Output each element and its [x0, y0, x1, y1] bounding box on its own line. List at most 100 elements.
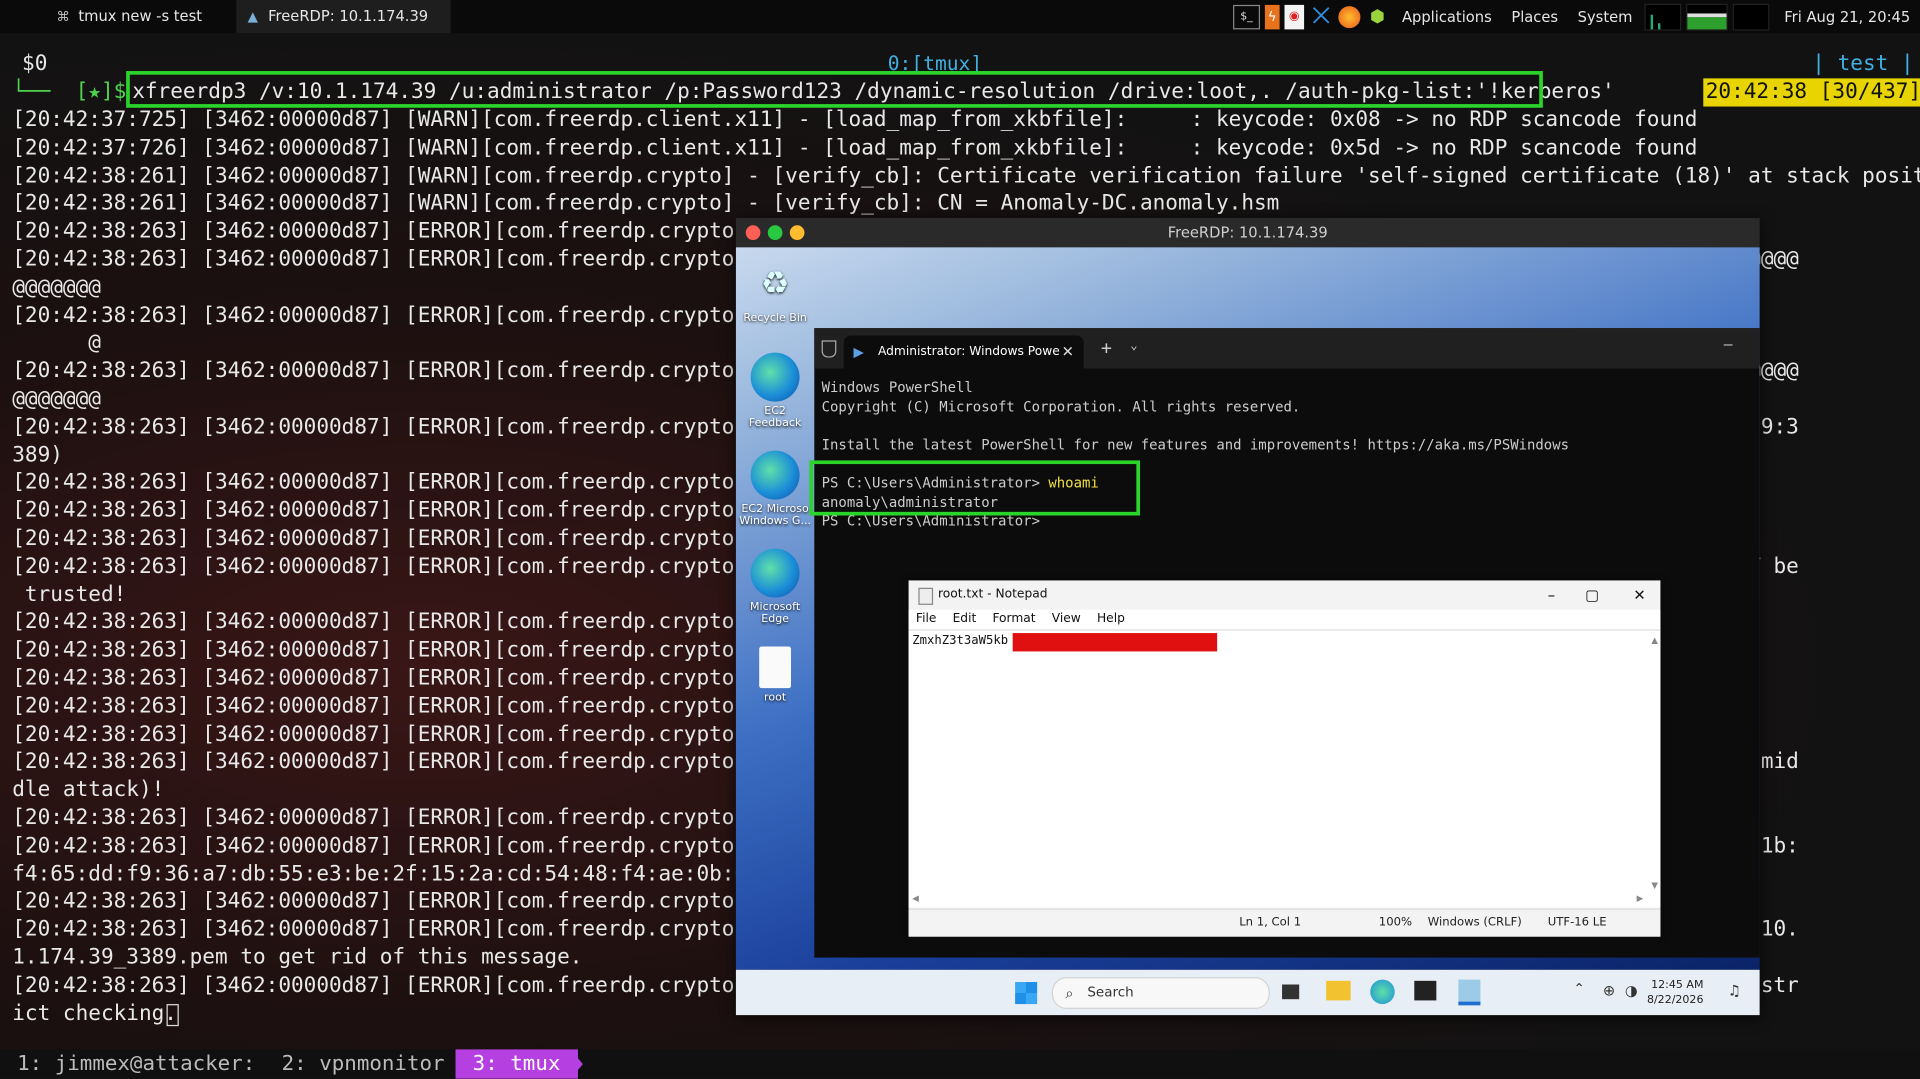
tab-powershell[interactable]: ▶ Administrator: Windows Powe ✕	[843, 335, 1084, 369]
shell-var: $0	[22, 51, 48, 76]
time-badge: 20:42:38 [30/437]	[1703, 78, 1920, 107]
applications-icon[interactable]: ⬢	[1365, 4, 1389, 28]
close-dot-icon[interactable]	[745, 225, 761, 241]
scroll-left-icon[interactable]: ◀	[912, 894, 919, 904]
maximize-icon[interactable]: ▢	[1585, 580, 1599, 609]
powershell-icon: ▶	[853, 344, 864, 361]
terminal-tab-strip: ▶ Administrator: Windows Powe ✕ + ⌄ —	[814, 328, 1760, 369]
shell-prompt: └── [★]$	[12, 79, 127, 105]
notepad-text-area[interactable]: ZmxhZ3t3aW5kb ▲ ▼ ◀ ▶	[908, 629, 1661, 908]
freerdp-icon: ▲	[247, 8, 259, 25]
minimize-dot-icon[interactable]	[789, 225, 805, 241]
menu-edit[interactable]: Edit	[953, 612, 977, 625]
chevron-up-icon[interactable]: ⌃	[1573, 981, 1584, 997]
desktop-icon-root[interactable]: root	[737, 646, 813, 704]
notepad-icon	[918, 587, 934, 605]
tmux-status-bar: 1: jimmex@attacker: 2: vpnmonitor 3: tmu…	[0, 1049, 1920, 1079]
taskbar-clock[interactable]: 12:45 AM 8/22/2026	[1647, 978, 1704, 1007]
document-viewer-icon[interactable]: ◉	[1284, 4, 1305, 29]
new-tab-icon[interactable]: +	[1101, 337, 1112, 359]
terminal-line: @	[12, 331, 101, 356]
terminal-line: dle attack)!	[12, 777, 165, 803]
scroll-up-icon[interactable]: ▲	[1651, 636, 1658, 646]
notepad-window[interactable]: root.txt - Notepad – ▢ ✕ File Edit Forma…	[908, 580, 1661, 937]
firefox-icon[interactable]	[1338, 5, 1361, 28]
tmux-window-1[interactable]: 1: jimmex@attacker:	[0, 1049, 272, 1078]
terminal-line: @@@@@@@	[12, 275, 101, 300]
taskbar-item-tmux[interactable]: ⌘ tmux new -s test	[47, 0, 237, 33]
edge-icon	[750, 352, 800, 402]
notepad-taskbar-icon[interactable]	[1458, 979, 1481, 1006]
terminal-launcher-icon[interactable]: $_	[1232, 4, 1260, 29]
terminal-line: [20:42:38:261] [3462:00000d87] [WARN][co…	[12, 163, 1920, 189]
terminal-line: [20:42:38:263] [3462:00000d87] [ERROR][c…	[12, 498, 773, 524]
desktop-icon-recycle-bin[interactable]: ♻ Recycle Bin	[737, 260, 813, 325]
task-view-icon[interactable]	[1282, 984, 1300, 1000]
terminal-taskbar-icon[interactable]	[1414, 980, 1437, 1001]
taskbar-time: 12:45 AM	[1651, 979, 1704, 992]
menu-help[interactable]: Help	[1097, 612, 1125, 625]
network-icon[interactable]: ⊕	[1603, 982, 1615, 999]
shield-icon	[821, 340, 837, 358]
memory-monitor-graph	[1686, 3, 1728, 31]
status-encoding: UTF-16 LE	[1547, 915, 1607, 930]
tmux-window-2[interactable]: 2: vpnmonitor	[264, 1049, 461, 1078]
minimize-icon[interactable]: –	[1548, 580, 1555, 609]
scroll-down-icon[interactable]: ▼	[1651, 880, 1658, 890]
panel-right: $_ ϟ ◉ ⨉ ⬢ Applications Places System Fr…	[1232, 0, 1920, 33]
speaker-icon[interactable]: ◑	[1625, 982, 1638, 999]
tmux-window-3[interactable]: 3: tmux	[455, 1049, 578, 1079]
edge-icon	[750, 450, 800, 500]
menu-file[interactable]: File	[916, 612, 936, 625]
freerdp-titlebar[interactable]: FreeRDP: 10.1.174.39	[735, 217, 1760, 248]
terminal-line: [20:42:38:263] [3462:00000d87] [ERROR][c…	[12, 526, 773, 552]
close-tab-icon[interactable]: ✕	[1062, 336, 1074, 369]
terminal-line: [20:42:38:263] [3462:00000d87] [ERROR][c…	[12, 219, 773, 244]
status-eol: Windows (CRLF)	[1427, 915, 1522, 930]
menu-format[interactable]: Format	[992, 612, 1035, 625]
windows-desktop: ♻ Recycle Bin EC2 Feedback EC2 Microso W…	[735, 247, 1760, 970]
notepad-statusbar: Ln 1, Col 1 100% Windows (CRLF) UTF-16 L…	[908, 908, 1661, 937]
terminal-line: 1.174.39_3389.pem to get rid of this mes…	[12, 945, 583, 970]
desktop-icon-ec2-feedback[interactable]: EC2 Feedback	[737, 352, 813, 430]
start-icon[interactable]	[1015, 982, 1038, 1005]
minimize-icon[interactable]: —	[1724, 336, 1733, 353]
notepad-titlebar[interactable]: root.txt - Notepad – ▢ ✕	[909, 580, 1661, 609]
terminal-line: @@@@@@@	[12, 386, 101, 412]
menu-system[interactable]: System	[1570, 8, 1639, 25]
network-monitor-graph	[1732, 3, 1770, 31]
status-zoom: 100%	[1378, 915, 1413, 930]
terminal-line: f4:65:dd:f9:36:a7:db:55:e3:be:2f:15:2a:c…	[12, 861, 786, 887]
taskbar-search[interactable]: ⌕ Search	[1051, 977, 1270, 1009]
ps-banner-line-1: Windows PowerShell	[821, 378, 973, 396]
file-explorer-icon[interactable]	[1326, 980, 1351, 1001]
close-icon[interactable]: ✕	[1633, 580, 1645, 609]
terminal-line: trusted!	[12, 582, 127, 607]
notepad-menubar: File Edit Format View Help	[908, 609, 1661, 630]
menu-view[interactable]: View	[1052, 612, 1081, 625]
redaction-bar	[1012, 633, 1218, 652]
edge-taskbar-icon[interactable]	[1370, 979, 1395, 1005]
freerdp-window[interactable]: FreeRDP: 10.1.174.39 ♻ Recycle Bin EC2 F…	[735, 217, 1760, 1016]
maximize-dot-icon[interactable]	[767, 225, 783, 241]
desktop-icon-microsoft-edge[interactable]: Microsoft Edge	[737, 548, 813, 626]
terminal-cursor	[166, 1003, 179, 1026]
taskbar-item-freerdp[interactable]: ▲ FreeRDP: 10.1.174.39	[236, 0, 451, 34]
chevron-down-icon[interactable]: ⌄	[1130, 339, 1137, 352]
notepad-content: ZmxhZ3t3aW5kb	[912, 634, 1009, 648]
menu-applications[interactable]: Applications	[1395, 8, 1499, 25]
vscode-icon[interactable]: ⨉	[1309, 4, 1333, 30]
scroll-right-icon[interactable]: ▶	[1637, 894, 1644, 904]
terminal-line: [20:42:37:725] [3462:00000d87] [WARN][co…	[12, 107, 1698, 133]
freerdp-title: FreeRDP: 10.1.174.39	[1167, 224, 1328, 242]
status-arrow	[570, 1049, 583, 1079]
status-position: Ln 1, Col 1	[1239, 915, 1302, 930]
taskbar-date: 8/22/2026	[1646, 994, 1704, 1007]
burp-icon[interactable]: ϟ	[1264, 4, 1280, 29]
notification-bell-icon[interactable]: ♫	[1728, 982, 1741, 999]
panel-clock[interactable]: Fri Aug 21, 20:45	[1774, 8, 1915, 25]
terminal-line: ict checking.	[12, 1001, 179, 1026]
terminal-line: [20:42:37:726] [3462:00000d87] [WARN][co…	[12, 135, 1698, 161]
desktop-icon-ec2-windows-guide[interactable]: EC2 Microso Windows G...	[737, 450, 813, 528]
menu-places[interactable]: Places	[1504, 8, 1565, 25]
